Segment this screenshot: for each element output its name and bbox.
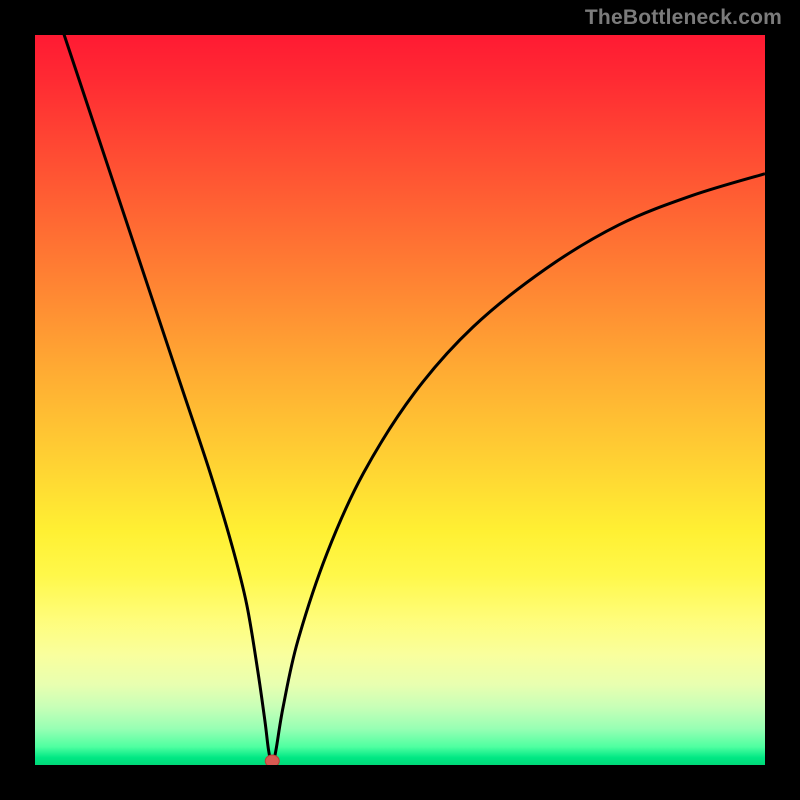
chart-frame: TheBottleneck.com — [0, 0, 800, 800]
plot-area — [35, 35, 765, 765]
curve-layer — [35, 35, 765, 765]
minimum-marker-icon — [265, 755, 279, 765]
bottleneck-curve — [57, 35, 765, 765]
watermark-text: TheBottleneck.com — [585, 6, 782, 30]
